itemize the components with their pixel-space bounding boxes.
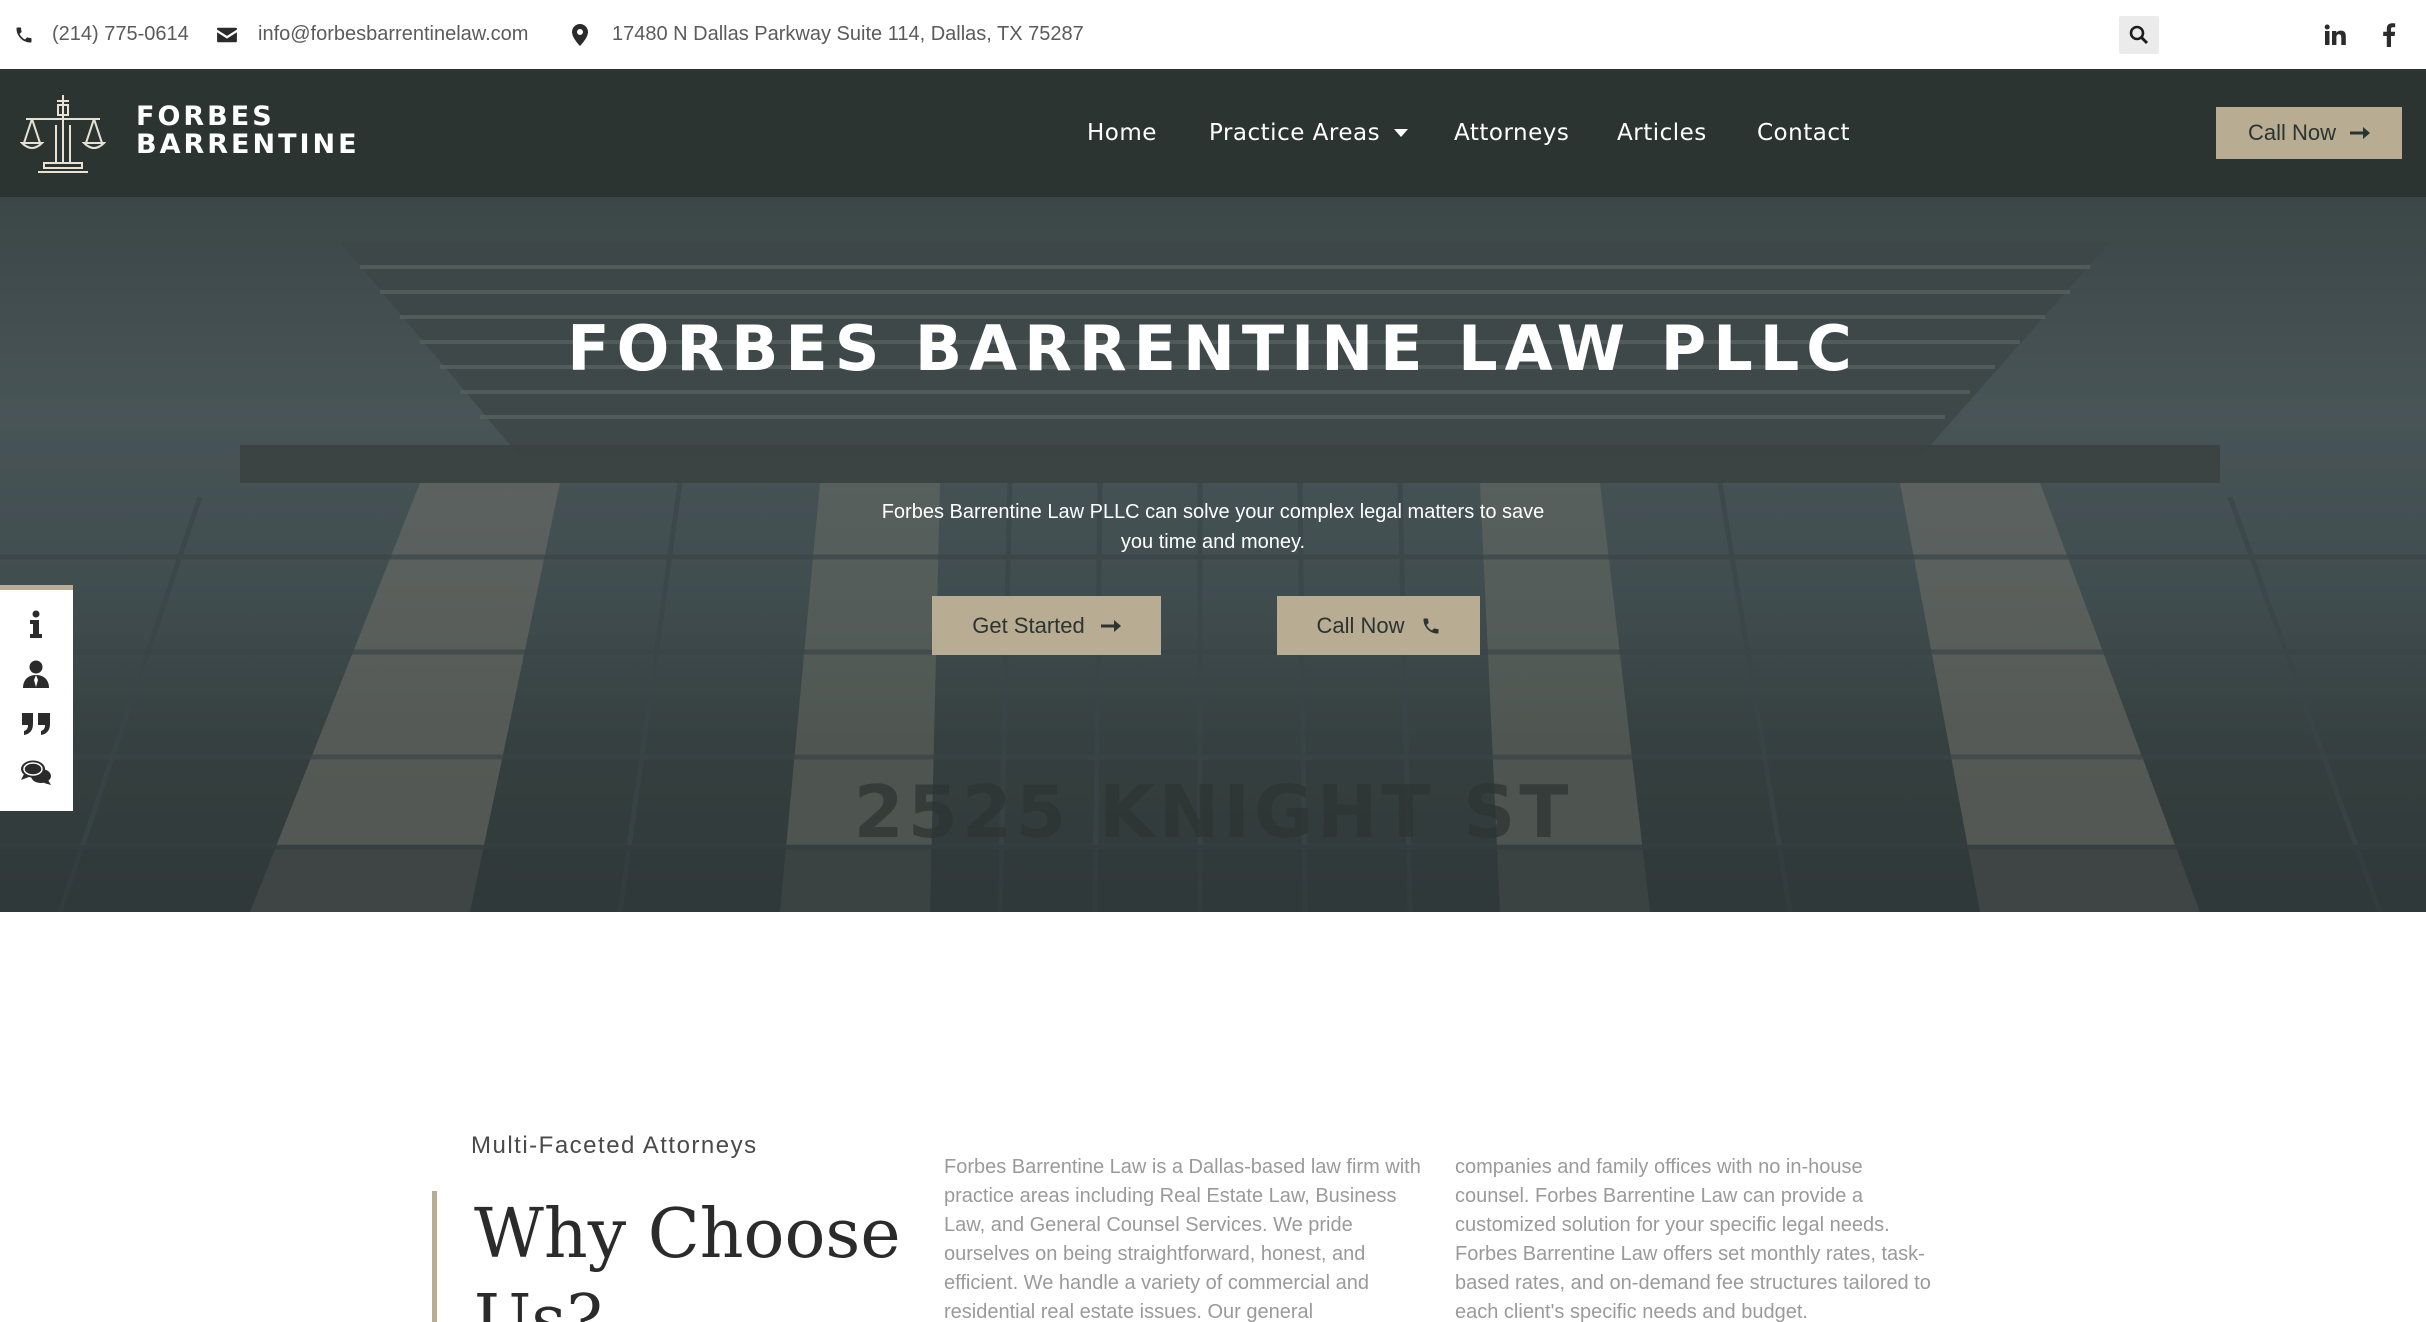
attorney-icon xyxy=(23,660,49,688)
side-quick-nav xyxy=(0,585,73,811)
linkedin-icon xyxy=(2324,24,2346,45)
nav-item-articles[interactable]: Articles xyxy=(1617,69,1707,197)
main-nav: FORBES BARRENTINE Home Practice Areas At… xyxy=(0,69,2426,197)
side-contact-button[interactable] xyxy=(16,752,56,792)
get-started-label: Get Started xyxy=(972,612,1085,638)
nav-item-attorneys[interactable]: Attorneys xyxy=(1454,69,1569,197)
logo-text[interactable]: FORBES BARRENTINE xyxy=(136,103,360,159)
nav-item-practice-areas[interactable]: Practice Areas xyxy=(1209,69,1409,197)
top-phone-text: (214) 775-0614 xyxy=(52,23,189,45)
hero-call-now-button[interactable]: Call Now xyxy=(1277,596,1480,655)
map-marker-icon xyxy=(572,23,588,46)
top-bar: (214) 775-0614 info@forbesbarrentinelaw.… xyxy=(0,0,2426,69)
intro-column-2: companies and family offices with no in-… xyxy=(1455,1156,1931,1322)
phone-icon xyxy=(1423,618,1439,633)
top-address-text: 17480 N Dallas Parkway Suite 114, Dallas… xyxy=(612,23,1084,45)
hero-title: FORBES BARRENTINE LAW PLLC xyxy=(567,312,1859,385)
scales-of-justice-icon xyxy=(19,95,107,173)
top-address[interactable]: 17480 N Dallas Parkway Suite 114, Dallas… xyxy=(572,0,1084,69)
nav-item-home[interactable]: Home xyxy=(1087,69,1157,197)
building-sign-text: 2525 KNIGHT ST xyxy=(854,770,1573,854)
hero-call-now-label: Call Now xyxy=(1316,612,1405,638)
logo-line-1: FORBES xyxy=(136,101,275,132)
top-phone[interactable]: (214) 775-0614 xyxy=(14,0,189,69)
arrow-right-icon xyxy=(1100,619,1121,632)
nav-call-now-label: Call Now xyxy=(2247,120,2337,145)
top-email-text: info@forbesbarrentinelaw.com xyxy=(258,23,529,45)
info-icon xyxy=(30,610,42,638)
hero-section: 2525 KNIGHT ST FORBES BARRENTINE LAW PLL… xyxy=(0,197,2426,912)
linkedin-link[interactable] xyxy=(2320,19,2350,51)
facebook-icon xyxy=(2383,23,2396,47)
comments-icon xyxy=(21,760,51,785)
quote-icon xyxy=(22,713,50,735)
top-email[interactable]: info@forbesbarrentinelaw.com xyxy=(216,0,528,69)
hero-subtitle: Forbes Barrentine Law PLLC can solve you… xyxy=(881,501,1545,553)
nav-item-contact[interactable]: Contact xyxy=(1757,69,1850,197)
envelope-icon xyxy=(217,27,237,42)
section-kicker: Multi-Faceted Attorneys xyxy=(471,1132,758,1159)
get-started-button[interactable]: Get Started xyxy=(932,596,1161,655)
nav-item-practice-areas-label: Practice Areas xyxy=(1209,120,1381,146)
arrow-right-icon xyxy=(2350,127,2371,139)
caret-down-icon xyxy=(1394,129,1409,137)
search-icon xyxy=(2129,25,2149,45)
search-button[interactable] xyxy=(2119,16,2159,54)
side-info-button[interactable] xyxy=(16,604,56,644)
logo[interactable] xyxy=(19,91,107,180)
section-heading: Why Choose Us? xyxy=(474,1195,901,1322)
nav-call-now-button[interactable]: Call Now xyxy=(2216,107,2402,159)
logo-line-2: BARRENTINE xyxy=(136,129,360,160)
side-testimonials-button[interactable] xyxy=(16,704,56,744)
intro-column-1: Forbes Barrentine Law is a Dallas-based … xyxy=(944,1156,1421,1322)
phone-icon xyxy=(16,27,32,42)
facebook-link[interactable] xyxy=(2376,19,2402,51)
side-attorney-button[interactable] xyxy=(16,654,56,694)
heading-accent-bar xyxy=(432,1191,437,1322)
